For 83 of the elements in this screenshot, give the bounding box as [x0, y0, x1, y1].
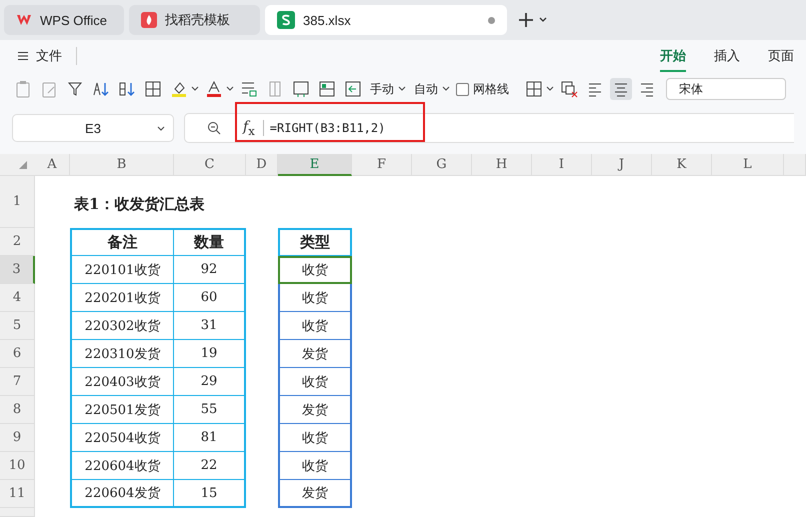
column-width-dropdown[interactable]: 自动 [412, 78, 452, 100]
table-cell[interactable]: 发货 [278, 396, 352, 424]
zoom-icon[interactable] [207, 121, 221, 135]
column-header[interactable]: E [278, 154, 352, 176]
column-header[interactable]: D [246, 154, 278, 176]
sheet-title: 表1：收发货汇总表 [73, 194, 206, 214]
table-cell: 15 [174, 480, 246, 508]
row-header[interactable]: 2 [0, 228, 35, 256]
table-cell: 22 [174, 452, 246, 480]
table-cell: 220604发货 [70, 480, 174, 508]
table-cell[interactable]: 收货 [278, 256, 352, 284]
column-header[interactable]: H [472, 154, 532, 176]
table-cell: 31 [174, 312, 246, 340]
unsaved-dot [488, 16, 495, 24]
header-cell: 类型 [278, 228, 352, 256]
row-header[interactable]: 3 [0, 256, 35, 284]
chevron-down-icon[interactable] [191, 86, 199, 92]
table-cell: 220201收货 [70, 284, 174, 312]
table-cell: 81 [174, 424, 246, 452]
file-menu[interactable]: 文件 [18, 47, 62, 65]
row-header[interactable]: 7 [0, 368, 35, 396]
row-header[interactable]: 8 [0, 396, 35, 424]
document-tab[interactable]: WPS Office [4, 5, 124, 35]
header-background [0, 508, 35, 517]
document-tab[interactable]: 385.xlsx [265, 5, 507, 35]
table-cell[interactable]: 收货 [278, 452, 352, 480]
table-cell: 220101收货 [70, 256, 174, 284]
table-cell[interactable]: 收货 [278, 284, 352, 312]
column-header[interactable]: F [352, 154, 412, 176]
table-cell: 220504收货 [70, 424, 174, 452]
row-header[interactable]: 11 [0, 480, 35, 508]
column-header[interactable]: G [412, 154, 472, 176]
chevron-down-icon[interactable] [539, 17, 547, 23]
ribbon-tab[interactable]: 页面 [768, 40, 794, 72]
table-cell: 29 [174, 368, 246, 396]
row-height-dropdown[interactable]: 手动 [368, 78, 408, 100]
ribbon-tab[interactable]: 开始 [660, 40, 686, 72]
ribbon-tab[interactable]: 插入 [714, 40, 740, 72]
row-header[interactable]: 6 [0, 340, 35, 368]
function-button[interactable]: f$_{x}$ [243, 118, 255, 138]
header-cell: 备注 [70, 228, 174, 256]
row-header[interactable]: 5 [0, 312, 35, 340]
row-header[interactable]: 4 [0, 284, 35, 312]
table-cell: 220310发货 [70, 340, 174, 368]
chevron-down-icon[interactable] [226, 86, 234, 92]
chevron-down-icon[interactable] [546, 86, 554, 92]
table-cell: 220403收货 [70, 368, 174, 396]
align-center-icon[interactable] [610, 78, 632, 100]
table-cell: 220604收货 [70, 452, 174, 480]
table-cell[interactable]: 发货 [278, 340, 352, 368]
column-header[interactable]: J [592, 154, 652, 176]
gridlines-checkbox[interactable]: 网格线 [456, 80, 509, 98]
header-cell: 数量 [174, 228, 246, 256]
formula-field[interactable]: =RIGHT(B3:B11,2) [270, 121, 386, 135]
column-header[interactable]: B [70, 154, 174, 176]
column-header[interactable]: I [532, 154, 592, 176]
table-cell: 60 [174, 284, 246, 312]
table-cell[interactable]: 收货 [278, 424, 352, 452]
menu-icon [18, 51, 28, 61]
table-cell: 92 [174, 256, 246, 284]
new-tab-icon[interactable] [518, 12, 534, 28]
spreadsheet-logo-icon [277, 11, 295, 29]
chevron-down-icon [398, 86, 406, 92]
table-cell: 19 [174, 340, 246, 368]
flame-logo-icon [141, 12, 157, 28]
column-header[interactable]: L [712, 154, 784, 176]
row-header[interactable]: 9 [0, 424, 35, 452]
column-header[interactable]: A [35, 154, 70, 176]
table-cell: 220501发货 [70, 396, 174, 424]
chevron-down-icon [442, 86, 450, 92]
table-cell: 220302收货 [70, 312, 174, 340]
table-cell[interactable]: 发货 [278, 480, 352, 508]
table-cell[interactable]: 收货 [278, 368, 352, 396]
document-tab[interactable]: 找稻壳模板 [129, 5, 260, 35]
column-header[interactable]: C [174, 154, 246, 176]
row-header[interactable]: 1 [0, 176, 35, 228]
name-box[interactable]: E3 [12, 114, 174, 142]
font-name-field[interactable]: 宋体 [666, 78, 786, 100]
chevron-down-icon [157, 126, 165, 132]
table-cell: 55 [174, 396, 246, 424]
row-header[interactable]: 10 [0, 452, 35, 480]
column-header[interactable]: K [652, 154, 712, 176]
table-cell[interactable]: 收货 [278, 312, 352, 340]
